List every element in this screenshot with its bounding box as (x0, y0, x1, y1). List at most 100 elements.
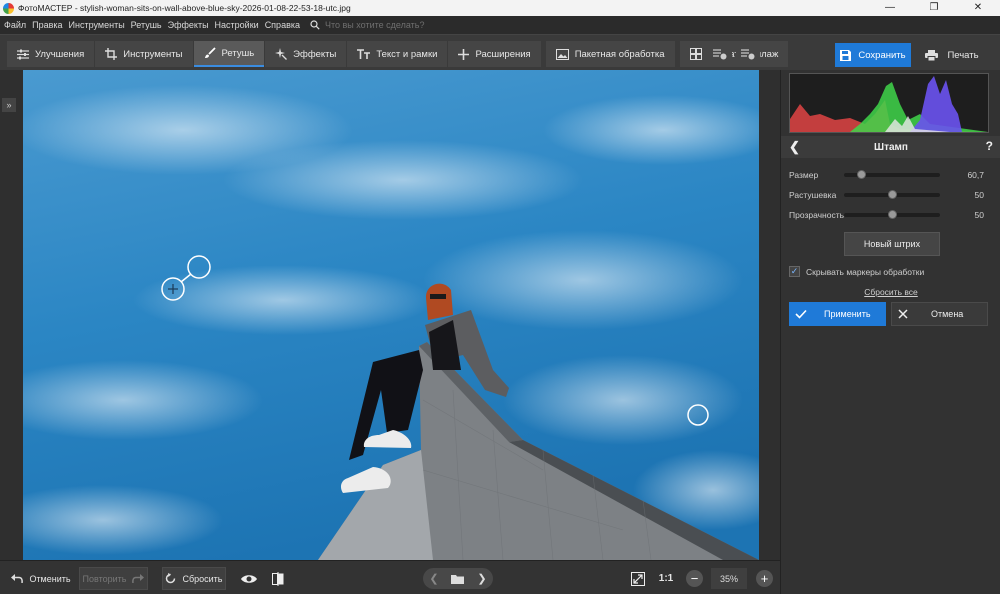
feather-slider[interactable] (844, 190, 940, 199)
sparkle-icon (275, 48, 288, 60)
apply-label: Применить (824, 309, 871, 319)
tab-label: Ретушь (221, 47, 255, 59)
cancel-label: Отмена (931, 309, 964, 319)
folder-icon[interactable] (451, 574, 465, 584)
photo (23, 70, 759, 560)
left-strip (0, 70, 23, 560)
tab-effects[interactable]: Эффекты (265, 41, 347, 67)
size-slider-row: Размер 60,7 (789, 168, 984, 182)
apply-button[interactable]: Применить (789, 302, 886, 326)
reset-button[interactable]: Сбросить (162, 567, 226, 590)
size-slider[interactable] (844, 170, 940, 179)
maximize-button[interactable]: ❐ (912, 0, 956, 16)
compare-icon (272, 571, 284, 586)
feather-value: 50 (974, 190, 984, 200)
feather-slider-row: Растушевка 50 (789, 188, 984, 202)
menu-help[interactable]: Справка (265, 20, 300, 30)
undo-icon (11, 574, 24, 583)
printer-icon (925, 49, 939, 61)
new-stroke-button[interactable]: Новый штрих (844, 232, 940, 256)
preview-toggle-button[interactable] (238, 567, 260, 590)
cancel-button[interactable]: Отмена (891, 302, 988, 326)
list-info-icon (741, 49, 755, 60)
print-button[interactable]: Печать (914, 43, 990, 67)
opacity-slider-row: Прозрачность 50 (789, 208, 984, 222)
zoom-out-button[interactable]: − (686, 570, 703, 587)
tool-panel: ❮ Штамп ? Размер 60,7 Растушевка 50 Проз… (780, 70, 1000, 594)
menu-file[interactable]: Файл (4, 20, 26, 30)
tab-text-frames[interactable]: Текст и рамки (347, 41, 448, 67)
size-value: 60,7 (967, 170, 984, 180)
sliders-icon (17, 49, 29, 59)
redo-icon (132, 574, 145, 583)
help-button[interactable]: ? (986, 139, 993, 153)
tab-label: Текст и рамки (376, 48, 438, 60)
hide-markers-checkbox[interactable]: ✓ (789, 266, 800, 277)
reset-icon (166, 573, 176, 584)
plus-icon (458, 48, 470, 60)
add-preset-button[interactable] (708, 41, 732, 67)
title-bar: ФотоМАСТЕР - stylish-woman-sits-on-wall-… (0, 0, 1000, 16)
actual-size-button[interactable]: 1:1 (655, 567, 677, 590)
tab-enhancements[interactable]: Улучшения (7, 41, 95, 67)
main-toolbar: Улучшения Инструменты Ретушь Эффекты Тек… (0, 34, 1000, 70)
undo-button[interactable]: Отменить (10, 567, 72, 590)
prev-image-button[interactable]: ❮ (429, 572, 438, 585)
back-button[interactable]: ❮ (789, 139, 800, 155)
next-image-button[interactable]: ❯ (477, 572, 486, 585)
feather-label: Растушевка (789, 190, 837, 200)
redo-button[interactable]: Повторить (79, 567, 148, 590)
menu-search (310, 20, 455, 30)
size-slider-knob[interactable] (856, 170, 866, 179)
fit-to-screen-button[interactable] (628, 567, 648, 590)
menu-edit[interactable]: Правка (32, 20, 62, 30)
opacity-label: Прозрачность (789, 210, 845, 220)
reset-label: Сбросить (182, 573, 223, 584)
photo-canvas[interactable] (23, 70, 759, 560)
zoom-in-button[interactable]: + (756, 570, 773, 587)
search-input[interactable] (325, 20, 455, 30)
menu-effects[interactable]: Эффекты (168, 20, 209, 30)
tab-retouch[interactable]: Ретушь (193, 41, 265, 67)
tab-label: Инструменты (123, 48, 183, 60)
search-icon (310, 20, 320, 30)
save-label: Сохранить (858, 49, 906, 61)
menu-tools[interactable]: Инструменты (69, 20, 125, 30)
brush-icon (204, 47, 216, 58)
tab-label: Эффекты (293, 48, 337, 60)
text-icon (357, 48, 371, 59)
menu-bar: Файл Правка Инструменты Ретушь Эффекты Н… (0, 16, 1000, 34)
opacity-slider[interactable] (844, 210, 940, 219)
collage-icon (689, 48, 702, 60)
close-button[interactable]: ✕ (956, 0, 1000, 16)
bottom-bar: Отменить Повторить Сбросить ❮ ❯ 1:1 − 35… (0, 560, 780, 594)
feather-slider-knob[interactable] (887, 190, 897, 199)
opacity-slider-knob[interactable] (887, 210, 897, 219)
menu-retouch[interactable]: Ретушь (131, 20, 162, 30)
window-controls: — ❐ ✕ (868, 0, 1000, 16)
histogram (789, 73, 989, 133)
menu-settings[interactable]: Настройки (215, 20, 259, 30)
expand-left-panel-button[interactable]: » (2, 98, 16, 112)
panel-header: ❮ Штамп ? (781, 136, 1000, 158)
compare-button[interactable] (267, 567, 289, 590)
app-logo-icon (3, 2, 14, 14)
panel-title: Штамп (874, 141, 908, 153)
image-icon (555, 48, 569, 60)
redo-label: Повторить (82, 573, 127, 584)
size-label: Размер (789, 170, 819, 180)
reset-all-link[interactable]: Сбросить все (781, 287, 1000, 297)
preset-info-button[interactable] (736, 41, 760, 67)
tab-extensions[interactable]: Расширения (448, 41, 541, 67)
tab-collage[interactable]: Создать коллаж (679, 41, 789, 67)
undo-label: Отменить (29, 573, 71, 584)
save-button[interactable]: Сохранить (835, 43, 911, 67)
list-add-icon (713, 49, 727, 60)
minimize-button[interactable]: — (868, 0, 912, 16)
tab-label: Пакетная обработка (574, 48, 665, 60)
hide-markers-label: Скрывать маркеры обработки (806, 266, 925, 277)
hide-markers-row: ✓ Скрывать маркеры обработки (789, 266, 924, 277)
zoom-level-field[interactable]: 35% (711, 568, 747, 589)
tab-tools[interactable]: Инструменты (95, 41, 193, 67)
tab-batch[interactable]: Пакетная обработка (545, 41, 675, 67)
